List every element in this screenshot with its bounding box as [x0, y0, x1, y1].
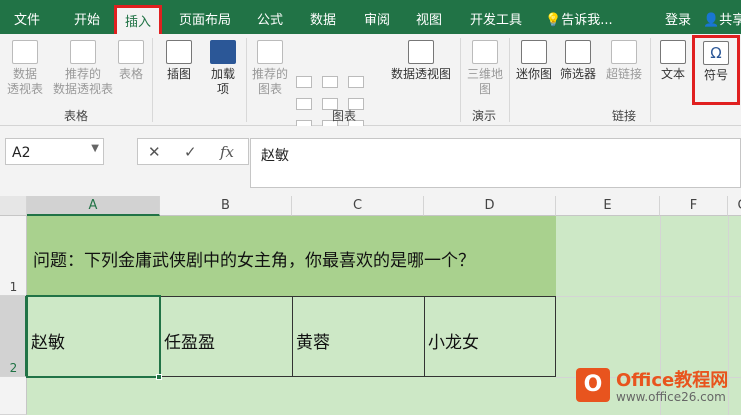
divider: [152, 38, 153, 122]
tab-developer[interactable]: 开发工具: [470, 9, 522, 28]
user-icon: 👤: [703, 13, 720, 28]
group-label-links: 链接: [612, 109, 637, 123]
sparkline-icon: [521, 40, 547, 64]
bar-chart-icon[interactable]: [348, 76, 364, 88]
link-icon: [611, 40, 637, 64]
login-button[interactable]: 登录: [665, 9, 691, 28]
pivot-table-button[interactable]: 数据 透视表: [2, 38, 48, 97]
share-button[interactable]: 👤共享: [703, 9, 741, 28]
tab-file[interactable]: 文件: [14, 9, 40, 28]
ribbon: 数据 透视表 推荐的 数据透视表 表格 表格 插图 加载 项 推荐的 图表 数据…: [0, 34, 741, 132]
cell-b2[interactable]: 任盈盈: [164, 328, 215, 353]
recommended-pivot-icon: [70, 40, 96, 64]
cell-divider: [424, 296, 425, 377]
row-header-2[interactable]: 2: [0, 296, 27, 377]
table-button[interactable]: 表格: [114, 38, 148, 82]
column-header-f[interactable]: F: [660, 196, 728, 216]
cell-a1[interactable]: 问题：下列金庸武侠剧中的女主角，你最喜欢的是哪一个？: [33, 246, 553, 271]
row-header-3[interactable]: [0, 377, 27, 415]
tab-view[interactable]: 视图: [416, 9, 442, 28]
column-header-e[interactable]: E: [556, 196, 660, 216]
tab-page-layout[interactable]: 页面布局: [179, 9, 231, 28]
tab-formulas[interactable]: 公式: [257, 9, 283, 28]
table-icon: [118, 40, 144, 64]
illustrations-button[interactable]: 插图: [160, 38, 198, 82]
cell-d2[interactable]: 小龙女: [428, 328, 479, 353]
column-chart-icon[interactable]: [296, 76, 312, 88]
store-icon: [210, 40, 236, 64]
group-label-charts: 图表: [332, 109, 357, 123]
cell-c2[interactable]: 黄蓉: [296, 328, 330, 353]
column-header-d[interactable]: D: [424, 196, 556, 216]
column-header-g[interactable]: G: [728, 196, 741, 216]
gridline: [556, 296, 741, 297]
column-header-b[interactable]: B: [160, 196, 292, 216]
omega-icon: Ω: [703, 41, 729, 65]
select-all-corner[interactable]: [0, 196, 27, 216]
group-label-tours: 演示: [472, 109, 497, 123]
line-chart-icon[interactable]: [296, 98, 312, 110]
ribbon-tabs: 文件 开始 插入 页面布局 公式 数据 审阅 视图 开发工具 💡告诉我... 登…: [0, 0, 741, 34]
tab-review[interactable]: 审阅: [364, 9, 390, 28]
divider: [246, 38, 247, 122]
filter-icon: [565, 40, 591, 64]
cancel-icon[interactable]: ✕: [148, 143, 161, 161]
formula-input[interactable]: 赵敏: [250, 138, 741, 188]
name-box[interactable]: A2 ▼: [5, 138, 104, 165]
hierarchy-chart-icon[interactable]: [322, 76, 338, 88]
addins-button[interactable]: 加载 项: [204, 38, 242, 97]
filters-button[interactable]: 筛选器: [558, 38, 598, 82]
divider: [460, 38, 461, 122]
text-box-icon: [660, 40, 686, 64]
recommended-charts-icon: [257, 40, 283, 64]
row-header-1[interactable]: 1: [0, 216, 27, 296]
recommended-charts-button[interactable]: 推荐的 图表: [250, 38, 290, 97]
globe-icon: [472, 40, 498, 64]
divider: [650, 38, 651, 122]
sparklines-button[interactable]: 迷你图: [512, 38, 556, 82]
formula-buttons: ✕ ✓ fx: [137, 138, 249, 165]
check-icon[interactable]: ✓: [184, 143, 197, 161]
pivot-chart-icon: [408, 40, 434, 64]
3d-map-button[interactable]: 三维地 图: [464, 38, 506, 97]
fill-area-bottom: [27, 377, 556, 415]
column-header-a[interactable]: A: [27, 196, 160, 216]
formula-bar: A2 ▼ ✕ ✓ fx 赵敏: [0, 126, 741, 196]
active-cell-selection[interactable]: [26, 295, 161, 378]
symbols-button[interactable]: Ω 符号: [692, 35, 740, 105]
divider: [509, 38, 510, 122]
group-label-tables: 表格: [64, 109, 89, 123]
tab-data[interactable]: 数据: [310, 9, 336, 28]
pivot-table-icon: [12, 40, 38, 64]
text-button[interactable]: 文本: [654, 38, 692, 82]
lightbulb-icon: 💡: [545, 13, 562, 28]
hyperlink-button[interactable]: 超链接: [602, 38, 646, 82]
office-logo-icon: O: [576, 368, 610, 402]
watermark: O Office教程网 www.office26.com: [576, 366, 738, 410]
chevron-down-icon: ▼: [91, 143, 99, 154]
insert-function-button[interactable]: fx: [220, 143, 234, 161]
tell-me-search[interactable]: 💡告诉我...: [545, 9, 613, 28]
pivot-chart-button[interactable]: 数据透视图: [385, 38, 457, 82]
recommended-pivot-button[interactable]: 推荐的 数据透视表: [49, 38, 117, 97]
tab-insert[interactable]: 插入: [114, 5, 163, 34]
worksheet: A B C D E F G 1 2 问题：下列金庸武侠剧中的女主角，你最喜欢的是…: [0, 196, 741, 415]
column-header-c[interactable]: C: [292, 196, 424, 216]
shapes-icon: [166, 40, 192, 64]
cell-divider: [292, 296, 293, 377]
fill-handle[interactable]: [156, 374, 162, 380]
tab-home[interactable]: 开始: [74, 9, 100, 28]
